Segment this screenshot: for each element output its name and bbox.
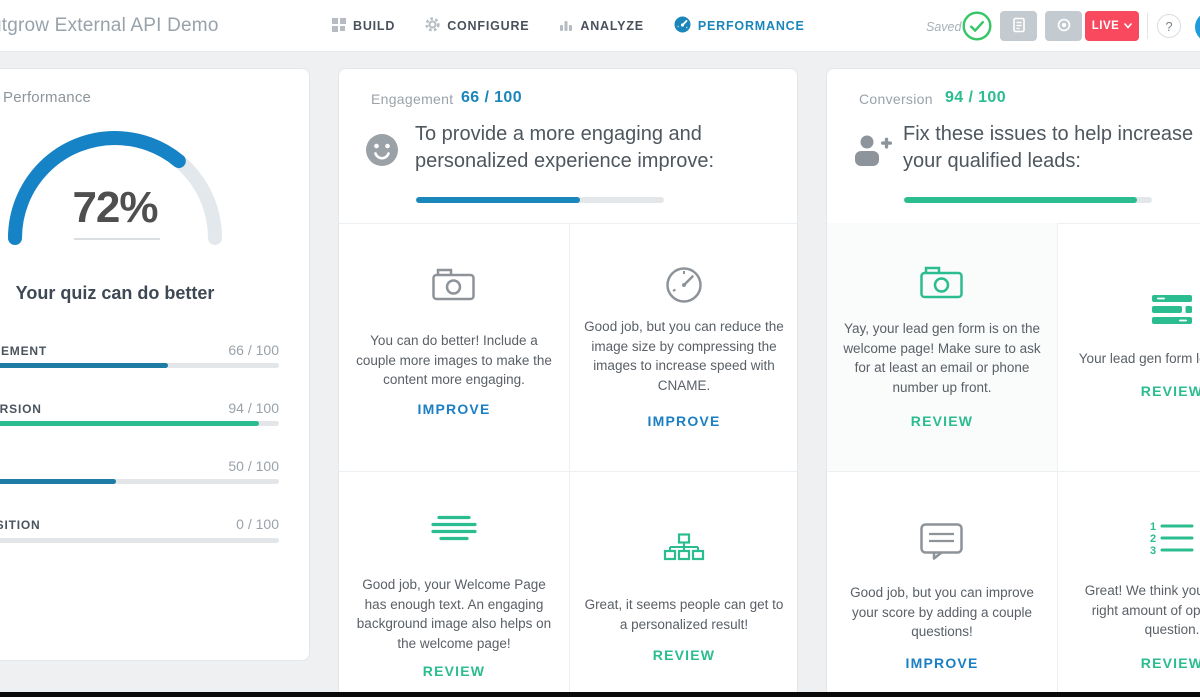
score-verdict: Your quiz can do better xyxy=(5,283,225,304)
chevron-down-icon xyxy=(1124,20,1132,32)
performance-overview-panel: Performance 72% Your quiz can do better … xyxy=(0,68,310,661)
card-text: Good job, but you can improve your score… xyxy=(842,583,1042,642)
engagement-headline: To provide a more engaging and personali… xyxy=(415,121,727,175)
card-text: Great, it seems people can get to a pers… xyxy=(579,595,789,634)
engagement-card-text: Good job, your Welcome Page has enough t… xyxy=(339,471,569,697)
chat-widget-icon[interactable] xyxy=(1195,12,1200,42)
improve-link[interactable]: IMPROVE xyxy=(339,401,569,417)
conversion-score: 94 / 100 xyxy=(945,89,1006,107)
grid-icon xyxy=(332,18,346,35)
metric-bar-conversion xyxy=(0,421,279,426)
review-link[interactable]: REVIEW xyxy=(339,663,569,679)
nav-build[interactable]: BUILD xyxy=(332,18,395,35)
card-text: Good job, your Welcome Page has enough t… xyxy=(354,575,554,653)
engagement-card-images: You can do better! Include a couple more… xyxy=(339,223,569,471)
help-button[interactable]: ? xyxy=(1157,14,1181,38)
conversion-card-form: Your lead gen form looks good! REVIEW xyxy=(1057,223,1200,471)
live-button-label: LIVE xyxy=(1092,20,1120,32)
camera-icon xyxy=(339,267,569,301)
topbar-divider xyxy=(1147,13,1148,39)
conversion-card-questions: Good job, but you can improve your score… xyxy=(827,471,1057,697)
smiley-icon xyxy=(365,133,399,172)
app-title: Outgrow External API Demo xyxy=(0,15,219,37)
preview-button[interactable] xyxy=(1045,11,1082,41)
gear-icon xyxy=(425,17,440,35)
review-link[interactable]: REVIEW xyxy=(569,647,799,663)
user-plus-icon xyxy=(853,133,893,174)
conversion-panel: Conversion 94 / 100 Fix these issues to … xyxy=(826,68,1200,697)
nav-analyze[interactable]: ANALYZE xyxy=(559,18,643,35)
conversion-card-leadgen: Yay, your lead gen form is on the welcom… xyxy=(827,223,1057,471)
card-text: Great! We think you have the right amoun… xyxy=(1072,581,1200,640)
live-button[interactable]: LIVE xyxy=(1085,11,1139,41)
overview-heading: Performance xyxy=(3,89,91,106)
svg-text:3: 3 xyxy=(1150,545,1156,557)
nav-configure-label: CONFIGURE xyxy=(447,19,529,33)
engagement-title: Engagement xyxy=(371,91,453,107)
conversion-headline: Fix these issues to help increase your q… xyxy=(903,121,1200,175)
main-nav: BUILD CONFIGURE ANALYZE PERFORMANCE xyxy=(332,0,805,52)
card-text: Your lead gen form looks good! xyxy=(1062,349,1200,369)
review-link[interactable]: REVIEW xyxy=(1057,655,1200,671)
nav-performance-label: PERFORMANCE xyxy=(698,19,805,33)
conversion-card-options: 123 Great! We think you have the right a… xyxy=(1057,471,1200,697)
svg-text:1: 1 xyxy=(1150,521,1156,533)
svg-text:2: 2 xyxy=(1150,533,1156,545)
eye-icon xyxy=(1055,16,1073,37)
document-icon xyxy=(1010,16,1028,37)
saved-status: Saved xyxy=(926,20,961,34)
speedometer-icon xyxy=(674,16,691,36)
numbered-list-icon: 123 xyxy=(1057,521,1200,557)
saved-check-icon xyxy=(962,11,992,46)
metric-value-acquisition: 0 / 100 xyxy=(0,516,279,532)
nav-configure[interactable]: CONFIGURE xyxy=(425,17,529,35)
improve-link[interactable]: IMPROVE xyxy=(569,413,799,429)
score-underline xyxy=(74,238,160,240)
metric-bar-engagement xyxy=(0,363,279,368)
engagement-score: 66 / 100 xyxy=(461,89,522,107)
metric-value-share: 50 / 100 xyxy=(0,458,279,474)
report-button[interactable] xyxy=(1000,11,1037,41)
nav-performance[interactable]: PERFORMANCE xyxy=(674,16,805,36)
metric-value-conversion: 94 / 100 xyxy=(0,400,279,416)
review-link[interactable]: REVIEW xyxy=(827,413,1057,429)
engagement-progress-bar xyxy=(416,197,664,203)
nav-build-label: BUILD xyxy=(353,19,395,33)
card-text: Good job, but you can reduce the image s… xyxy=(576,317,792,395)
text-lines-icon xyxy=(339,515,569,543)
score-percent: 72% xyxy=(35,183,195,233)
bar-chart-icon xyxy=(559,18,573,35)
review-link[interactable]: REVIEW xyxy=(1057,383,1200,399)
conversion-progress-bar xyxy=(904,197,1152,203)
sitemap-icon xyxy=(569,533,799,565)
nav-analyze-label: ANALYZE xyxy=(580,19,643,33)
engagement-card-results: Great, it seems people can get to a pers… xyxy=(569,471,799,697)
camera-icon xyxy=(827,265,1057,299)
engagement-panel: Engagement 66 / 100 To provide a more en… xyxy=(338,68,798,697)
conversion-title: Conversion xyxy=(859,91,933,107)
metric-value-engagement: 66 / 100 xyxy=(0,342,279,358)
metric-bar-acquisition xyxy=(0,538,279,543)
bottom-edge-strip xyxy=(0,692,1200,697)
card-text: You can do better! Include a couple more… xyxy=(349,331,559,390)
form-fields-icon xyxy=(1057,295,1200,325)
comment-icon xyxy=(827,523,1057,561)
improve-link[interactable]: IMPROVE xyxy=(827,655,1057,671)
speedometer-outline-icon xyxy=(569,265,799,305)
card-text: Yay, your lead gen form is on the welcom… xyxy=(835,319,1049,397)
engagement-card-speed: Good job, but you can reduce the image s… xyxy=(569,223,799,471)
top-bar: Outgrow External API Demo BUILD CONFIGUR… xyxy=(0,0,1200,52)
metric-bar-share xyxy=(0,479,279,484)
